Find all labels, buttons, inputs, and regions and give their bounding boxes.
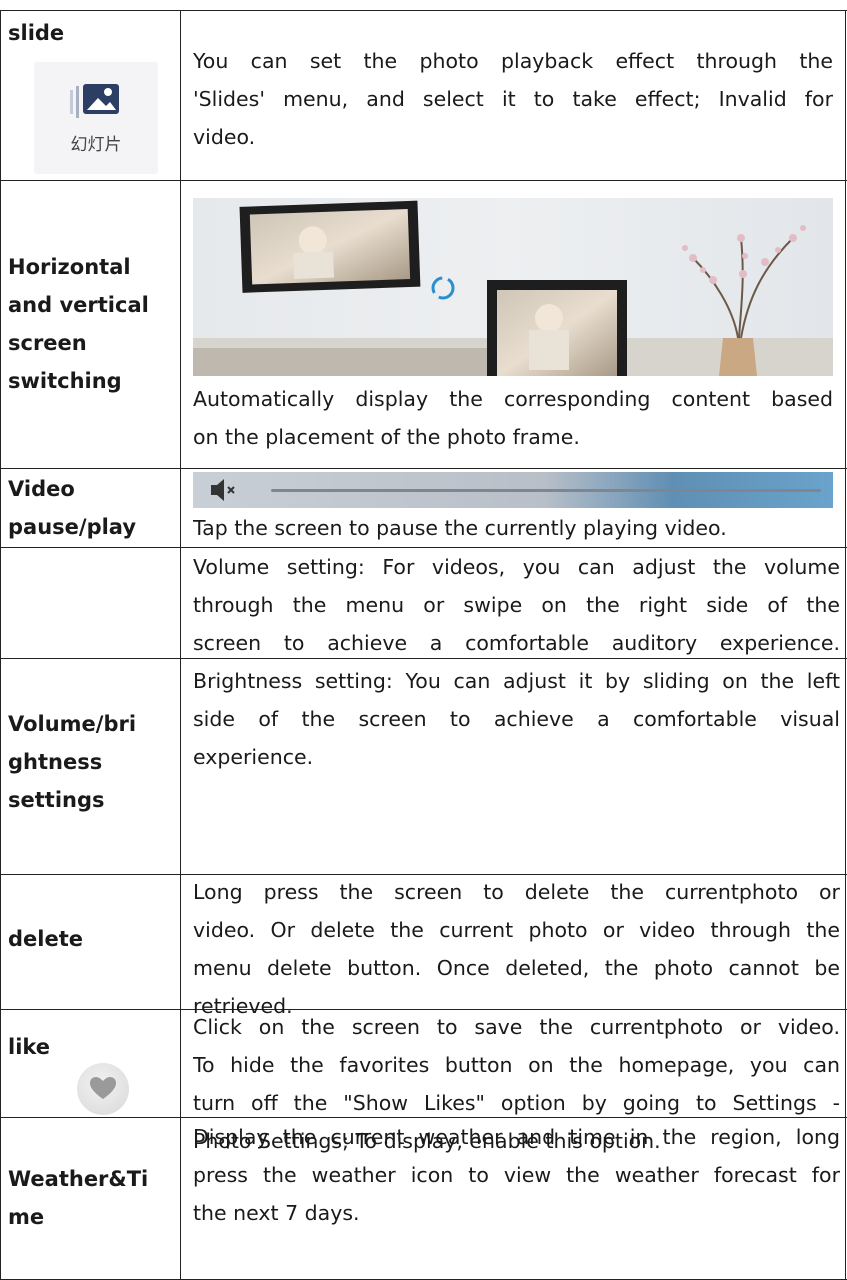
text-line: turn off the "Show Likes" option by goin… [193, 1091, 840, 1115]
slideshow-icon-caption: 幻灯片 [70, 135, 122, 155]
text-line: Tap the screen to pause the currently pl… [193, 516, 727, 540]
row-divider [0, 468, 847, 469]
text-line: Display the current weather and time in … [193, 1125, 840, 1149]
row-label-volume: Volume/bri ghtness settings [8, 705, 136, 819]
row-divider [0, 180, 847, 181]
column-divider [180, 10, 181, 1280]
label-line: pause/play [8, 515, 137, 539]
row-text-delete: Long press the screen to delete the curr… [193, 873, 840, 1025]
text-line: video. [193, 125, 256, 149]
row-label-like: like [8, 1035, 51, 1059]
slideshow-menu-icon: 幻灯片 [34, 62, 158, 174]
heart-icon [90, 1077, 116, 1099]
text-line: menu delete button. Once deleted, the ph… [193, 956, 840, 980]
label-line: ghtness [8, 750, 103, 774]
row-divider [0, 10, 847, 11]
text-line: screen to achieve a comfortable auditory… [193, 631, 840, 655]
row-label-delete: delete [8, 927, 83, 951]
text-line: the next 7 days. [193, 1201, 360, 1225]
label-line: Video [8, 477, 75, 501]
text-line: Volume setting: For videos, you can adju… [193, 555, 840, 579]
text-line: experience. [193, 745, 314, 769]
column-divider [845, 10, 846, 1280]
text-line: Click on the screen to save the currentp… [193, 1015, 840, 1039]
video-mute-progress-bar [193, 472, 833, 508]
column-divider [0, 10, 1, 1280]
text-line: Brightness setting: You can adjust it by… [193, 669, 840, 693]
text-line: through the menu or swipe on the right s… [193, 593, 840, 617]
text-line: Automatically display the corresponding … [193, 387, 833, 411]
text-line: Long press the screen to delete the curr… [193, 880, 840, 904]
like-button-icon [77, 1063, 129, 1115]
label-line: Horizontal [8, 255, 131, 279]
label-line: and vertical [8, 293, 149, 317]
row-text-video: Tap the screen to pause the currently pl… [193, 509, 840, 547]
row-label-slide: slide [8, 21, 65, 45]
slideshow-icon [70, 84, 119, 118]
row-text-slide: You can set the photo playback effect th… [193, 42, 833, 156]
row-label-orientation: Horizontal and vertical screen switching [8, 248, 149, 400]
text-line: on the placement of the photo frame. [193, 425, 580, 449]
row-text-volume: Volume setting: For videos, you can adju… [193, 548, 840, 776]
label-line: screen [8, 331, 87, 355]
text-line: To hide the favorites button on the home… [193, 1053, 840, 1077]
row-label-weather: Weather&Ti me [8, 1160, 148, 1236]
label-line: settings [8, 788, 105, 812]
photo-frame-rotation-image [193, 198, 833, 376]
text-line: 'Slides' menu, and select it to take eff… [193, 87, 833, 111]
label-line: switching [8, 369, 122, 393]
label-line: Weather&Ti [8, 1167, 149, 1191]
row-text-weather: Display the current weather and time in … [193, 1118, 840, 1232]
label-line: me [8, 1205, 45, 1229]
row-text-orientation: Automatically display the corresponding … [193, 380, 833, 456]
label-line: Volume/bri [8, 712, 137, 736]
text-line: press the weather icon to view the weath… [193, 1163, 840, 1187]
text-line: video. Or delete the current photo or vi… [193, 918, 840, 942]
text-line: You can set the photo playback effect th… [193, 49, 833, 73]
text-line: side of the screen to achieve a comforta… [193, 707, 840, 731]
row-label-video: Video pause/play [8, 470, 136, 546]
